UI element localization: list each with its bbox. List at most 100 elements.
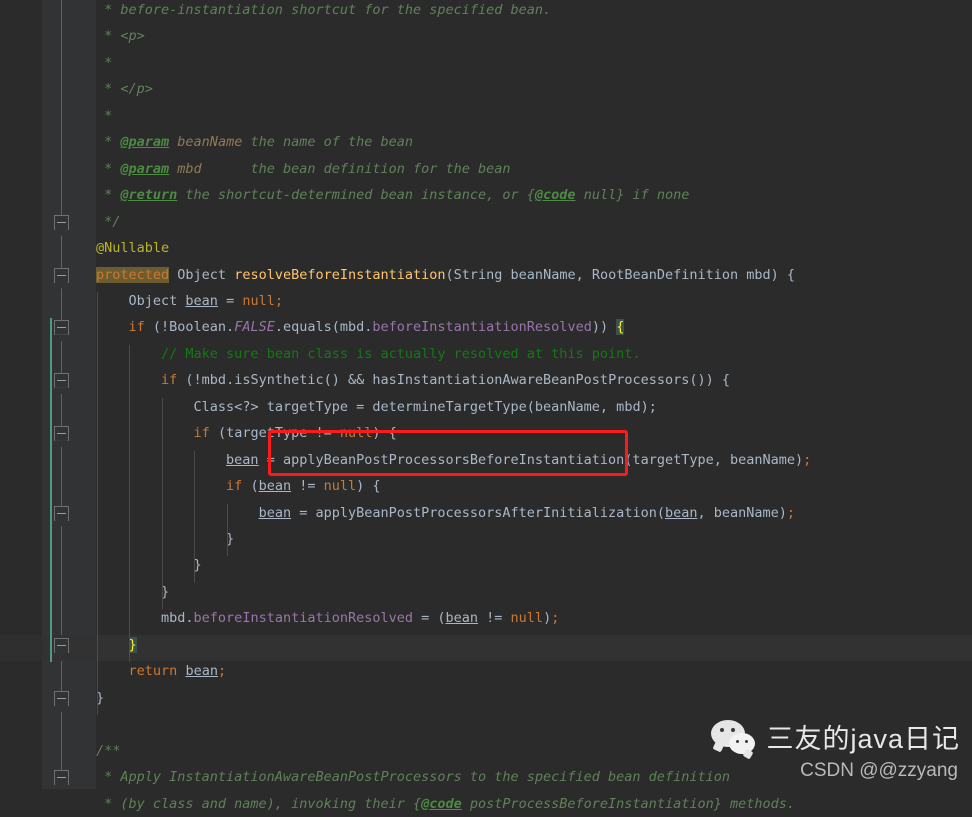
code-token: ;	[217, 663, 227, 680]
code-editor-window: * before-instantiation shortcut for the …	[0, 0, 972, 812]
code-line: * @param beanName the name of the bean	[96, 129, 413, 155]
code-token: * <p>	[96, 28, 145, 45]
fold-minus-glyph	[57, 327, 66, 329]
code-token: *	[96, 187, 121, 204]
code-token: !=	[291, 478, 324, 495]
code-line: */	[96, 209, 120, 235]
code-token: if	[161, 372, 178, 389]
code-line: *	[96, 50, 112, 76]
code-line: @Nullable	[96, 235, 169, 261]
code-token: .equals(mbd.	[274, 319, 373, 336]
fold-toggle-icon[interactable]	[54, 373, 69, 389]
caret-line-gutter-highlight	[0, 634, 42, 662]
code-token: = applyBeanPostProcessorsAfterInitializa…	[291, 504, 665, 521]
code-line: Class<?> targetType = determineTargetTyp…	[96, 394, 657, 420]
code-line: * (by class and name), invoking their {@…	[96, 791, 795, 817]
code-token: = (	[413, 610, 446, 627]
code-line: mbd.beforeInstantiationResolved = (bean …	[96, 605, 559, 631]
fold-toggle-icon[interactable]	[54, 320, 69, 336]
code-token: if	[128, 319, 145, 336]
code-token: ) {	[356, 478, 381, 495]
fold-toggle-icon[interactable]	[54, 690, 69, 706]
code-token: the shortcut-determined bean instance, o…	[177, 187, 535, 204]
code-token: @code	[421, 795, 462, 812]
code-token: bean	[185, 663, 218, 680]
fold-toggle-icon[interactable]	[54, 505, 69, 521]
code-token: ))	[591, 319, 617, 336]
gutter-left-fill	[0, 0, 42, 789]
code-line: if (!mbd.isSynthetic() && hasInstantiati…	[96, 367, 730, 393]
code-token: *	[96, 134, 121, 151]
code-token: resolveBeforeInstantiation	[234, 266, 446, 283]
fold-minus-glyph	[57, 380, 66, 382]
fold-minus-glyph	[57, 644, 66, 646]
code-line: if (!Boolean.FALSE.equals(mbd.beforeInst…	[96, 314, 625, 340]
code-token: !=	[478, 610, 511, 627]
code-token: *	[96, 107, 113, 124]
code-token: */	[96, 213, 121, 230]
code-token: *	[96, 160, 121, 177]
code-token: Object	[177, 266, 235, 283]
code-token: ;	[803, 451, 812, 468]
code-token: postProcessBeforeInstantiation} methods.	[461, 795, 795, 812]
code-token: ;	[551, 610, 560, 627]
indent-guide	[97, 291, 98, 716]
fold-toggle-icon[interactable]	[54, 770, 69, 786]
indent-guide	[226, 503, 228, 557]
fold-minus-glyph	[57, 433, 66, 435]
code-token: beforeInstantiationResolved	[372, 319, 592, 336]
code-token: ;	[786, 504, 796, 521]
code-line: // Make sure bean class is actually reso…	[96, 341, 641, 367]
code-token: bean	[226, 451, 259, 468]
code-line: * <p>	[96, 23, 145, 49]
code-token: beforeInstantiationResolved	[193, 610, 413, 627]
fold-minus-glyph	[57, 777, 66, 779]
code-line: if (bean != null) {	[96, 473, 381, 499]
code-line: *	[96, 103, 112, 129]
code-token: (!Boolean.	[144, 319, 235, 336]
code-token: if	[193, 425, 210, 442]
code-token: Object	[128, 292, 186, 309]
editor-gutter[interactable]	[0, 0, 96, 790]
code-token: * before-instantiation shortcut for the …	[96, 2, 552, 18]
fold-toggle-icon[interactable]	[54, 267, 69, 283]
code-token: beanName	[169, 134, 243, 151]
vcs-change-marker[interactable]	[50, 318, 52, 663]
code-line: bean = applyBeanPostProcessorsAfterIniti…	[96, 500, 795, 526]
code-token: , beanName)	[697, 504, 787, 521]
watermark: 三友的java日记 CSDN @@zzyang	[711, 720, 960, 783]
code-token: @param	[120, 134, 170, 151]
code-token: *	[96, 54, 113, 71]
fold-minus-glyph	[57, 274, 66, 276]
code-token: (	[242, 478, 259, 495]
code-line: * @return the shortcut-determined bean i…	[96, 182, 689, 208]
code-line: /**	[96, 738, 120, 764]
code-token: bean	[185, 292, 218, 309]
fold-minus-glyph	[57, 512, 66, 514]
code-line: }	[96, 552, 202, 578]
code-token: // Make sure bean class is actually reso…	[161, 345, 641, 362]
fold-toggle-icon[interactable]	[54, 214, 69, 230]
code-line: * before-instantiation shortcut for the …	[96, 0, 551, 23]
code-line: * </p>	[96, 76, 153, 102]
fold-toggle-icon[interactable]	[54, 637, 69, 653]
code-token: FALSE	[234, 319, 275, 336]
code-token: bean	[258, 504, 292, 521]
code-token: @Nullable	[96, 240, 170, 257]
wechat-icon	[711, 720, 757, 760]
code-token: /**	[96, 742, 121, 759]
fold-rail	[61, 0, 62, 790]
indent-guide	[129, 344, 131, 663]
code-token: mbd	[169, 160, 202, 177]
code-line: return bean;	[96, 658, 227, 684]
code-token: (String beanName, RootBeanDefinition mbd…	[445, 266, 796, 283]
code-token: @param	[120, 160, 170, 177]
fold-toggle-icon[interactable]	[54, 426, 69, 442]
code-token: {	[616, 319, 625, 336]
code-text-area[interactable]: * before-instantiation shortcut for the …	[96, 0, 972, 812]
code-line: * Apply InstantiationAwareBeanPostProces…	[96, 764, 730, 790]
